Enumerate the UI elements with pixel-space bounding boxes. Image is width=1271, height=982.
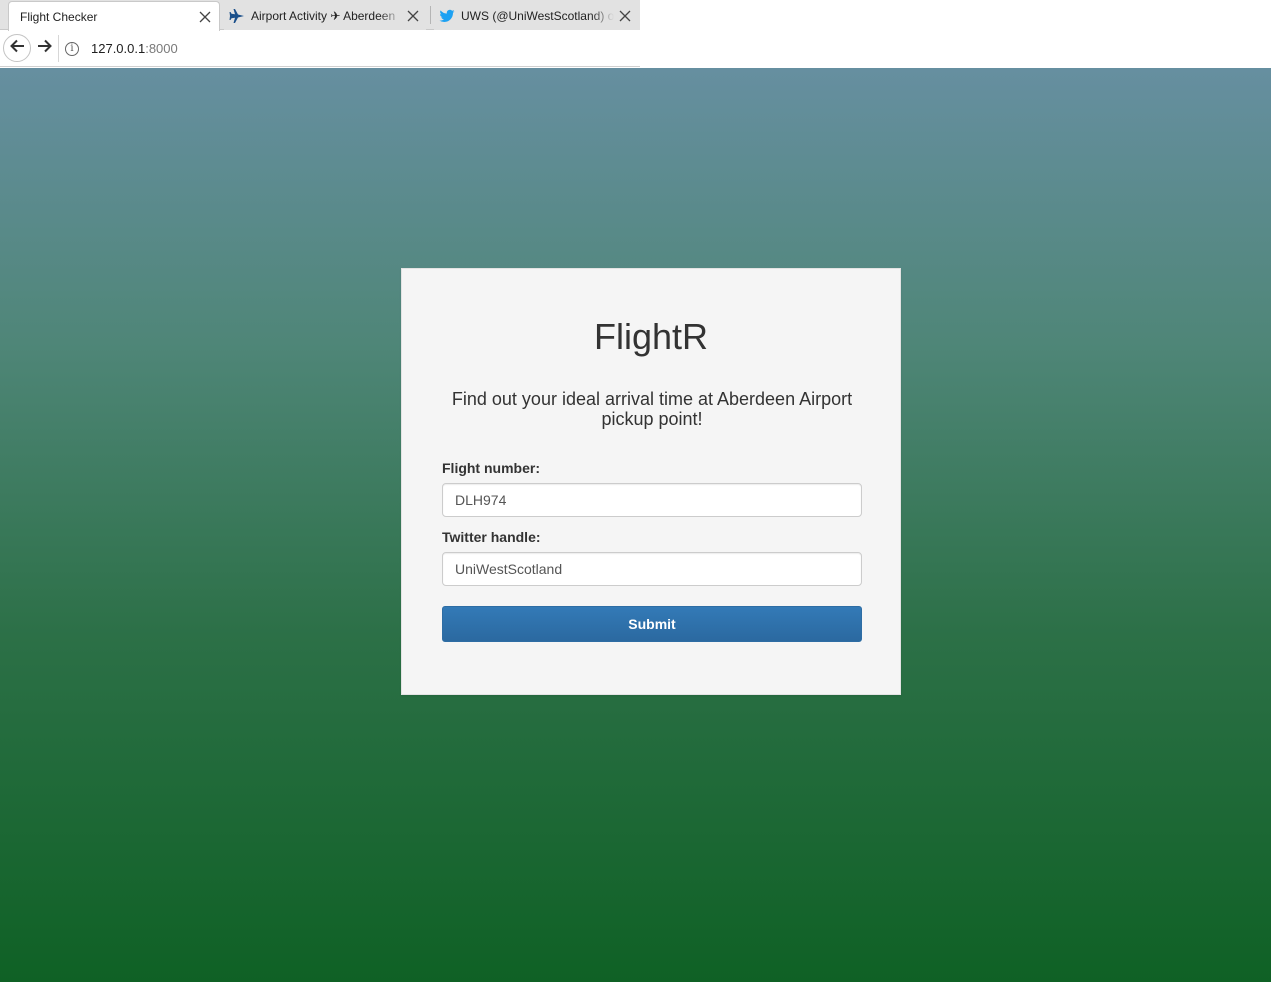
tab-title: UWS (@UniWestScotland) on [461,8,614,23]
forward-button[interactable] [31,34,59,62]
twitter-handle-input[interactable] [442,552,862,586]
page-background: FlightR Find out your ideal arrival time… [0,68,1271,982]
browser-toolbar: i 127.0.0.1:8000 [0,31,640,67]
twitter-bird-icon [439,8,455,24]
tab-strip: Flight Checker Airport Activity ✈ Aberde… [0,0,640,31]
tab-airport-activity[interactable]: Airport Activity ✈ Aberdeen [224,1,426,30]
url-port: :8000 [145,41,178,56]
close-icon[interactable] [618,9,632,23]
flight-number-label: Flight number: [442,460,540,476]
close-icon[interactable] [406,9,420,23]
url-host: 127.0.0.1 [91,41,146,56]
submit-button[interactable]: Submit [442,606,862,642]
close-icon[interactable] [198,10,212,24]
page-title: FlightR [593,316,709,357]
back-arrow-icon [9,39,25,58]
twitter-handle-label: Twitter handle: [442,529,541,545]
airplane-icon [229,8,245,24]
address-bar[interactable]: i 127.0.0.1:8000 [58,35,640,62]
tab-title: Airport Activity ✈ Aberdeen [251,8,396,23]
tab-flight-checker[interactable]: Flight Checker [8,1,220,31]
forward-arrow-icon [37,39,53,58]
browser-chrome: Flight Checker Airport Activity ✈ Aberde… [0,0,640,68]
flight-form-card: FlightR Find out your ideal arrival time… [401,268,901,695]
tab-title: Flight Checker [20,9,98,24]
tab-separator [430,6,431,24]
tagline: Find out your ideal arrival time at Aber… [451,389,853,429]
back-button[interactable] [3,34,31,62]
tab-uws-twitter[interactable]: UWS (@UniWestScotland) on [434,1,640,30]
info-icon[interactable]: i [65,41,79,56]
flight-number-input[interactable] [442,483,862,517]
